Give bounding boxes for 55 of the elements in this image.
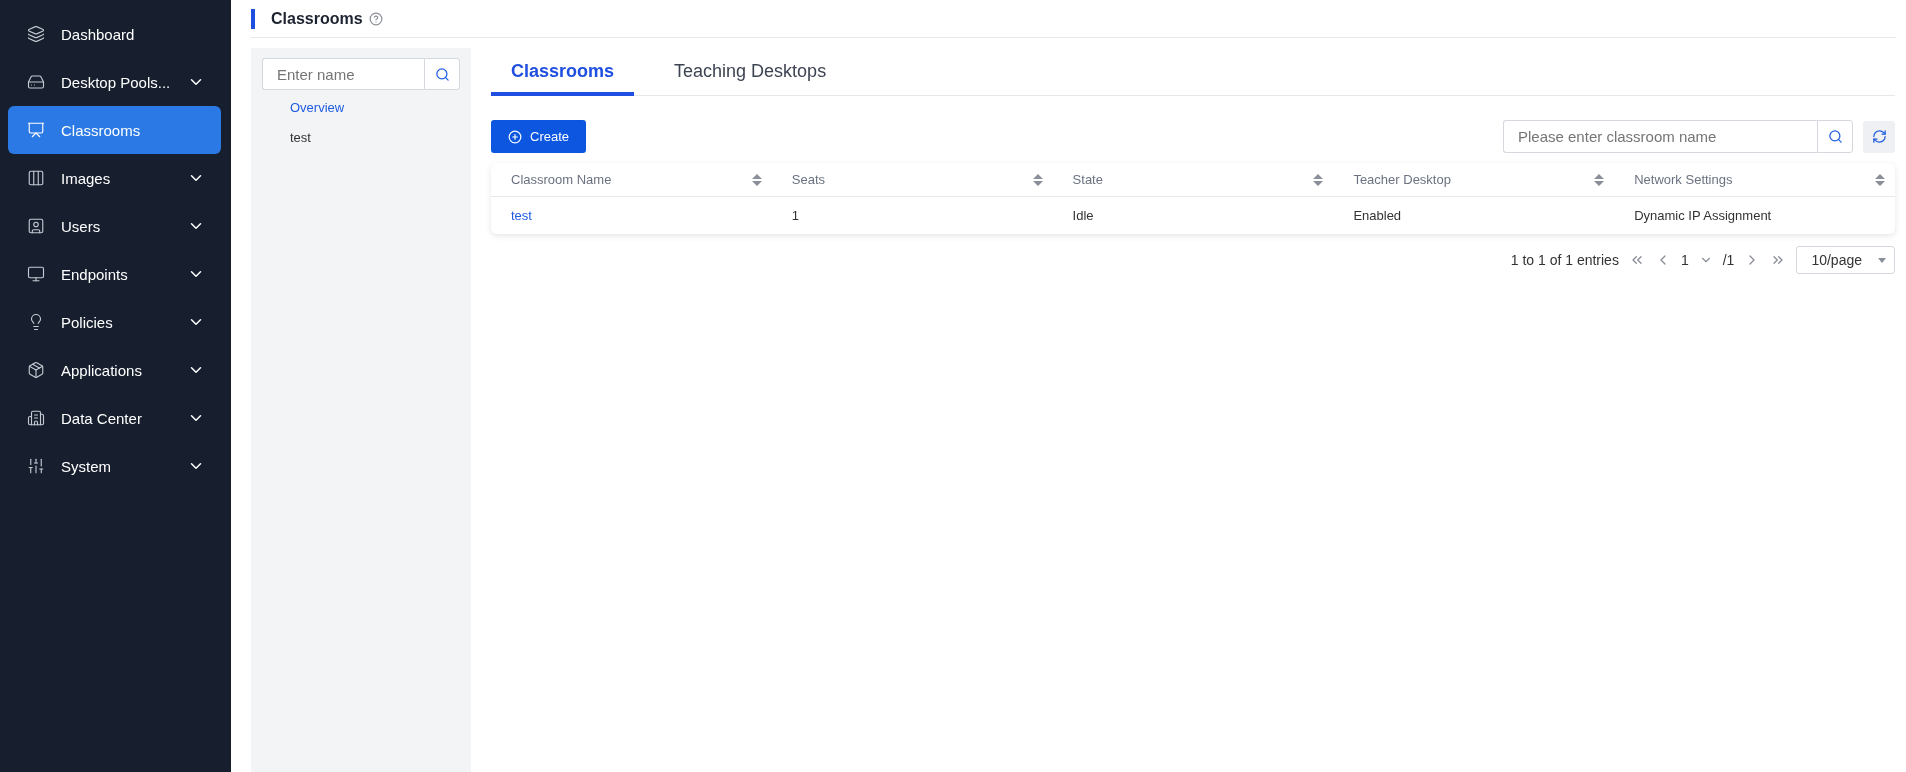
- package-icon: [27, 361, 45, 379]
- help-icon[interactable]: [368, 11, 383, 26]
- tab[interactable]: Classrooms: [491, 61, 635, 96]
- column-header[interactable]: Teacher Desktop: [1353, 172, 1451, 187]
- tree-item[interactable]: Overview: [262, 92, 460, 122]
- search-button[interactable]: [424, 58, 460, 90]
- classroom-link[interactable]: test: [491, 197, 772, 234]
- sidebar-item[interactable]: Classrooms: [8, 106, 221, 154]
- column-header[interactable]: Seats: [791, 172, 826, 187]
- sort-icon[interactable]: [751, 173, 762, 186]
- search-field[interactable]: Please enter classroom name: [1503, 120, 1817, 153]
- sliders-icon: [27, 457, 45, 475]
- sort-icon[interactable]: [1875, 173, 1885, 186]
- sidebar-item[interactable]: Data Center: [8, 394, 221, 442]
- create-button[interactable]: Create: [491, 120, 587, 153]
- sidebar-item[interactable]: Dashboard: [8, 10, 221, 58]
- caret-icon: [1878, 257, 1886, 263]
- page-number[interactable]: 1: [1680, 252, 1689, 268]
- search-button[interactable]: [1817, 120, 1853, 153]
- sort-icon[interactable]: [1594, 173, 1605, 186]
- entries-summary: 1 to 1 of 1 entries: [1510, 252, 1619, 268]
- sidebar-item[interactable]: Desktop Pools...: [8, 58, 221, 106]
- monitor-icon: [27, 265, 45, 283]
- tab[interactable]: Teaching Desktops: [654, 61, 847, 96]
- sidebar-item[interactable]: Users: [8, 202, 221, 250]
- column-header[interactable]: Network Settings: [1634, 172, 1733, 187]
- presentation-icon: [27, 121, 45, 139]
- column-header[interactable]: Classroom Name: [511, 172, 612, 187]
- columns-icon: [27, 169, 45, 187]
- table-cell-text: Enabled: [1352, 207, 1403, 225]
- tree-item[interactable]: test: [262, 122, 460, 152]
- search-field[interactable]: Enter name: [262, 58, 424, 90]
- search-icon: [1827, 129, 1843, 144]
- server-icon: [27, 73, 45, 91]
- refresh-icon: [1871, 129, 1887, 144]
- layers-icon: [27, 25, 45, 43]
- table-cell-text: 1: [790, 207, 801, 225]
- page-title: Classrooms: [271, 9, 363, 28]
- plus-circle-icon: [508, 129, 522, 144]
- sidebar-item[interactable]: Endpoints: [8, 250, 221, 298]
- sort-icon[interactable]: [1313, 173, 1324, 186]
- table-cell-text: Idle: [1071, 207, 1095, 225]
- building-icon: [27, 409, 45, 427]
- search-icon: [434, 66, 450, 82]
- sidebar-item[interactable]: Images: [8, 154, 221, 202]
- page-size-select[interactable]: 10/page: [1796, 246, 1895, 274]
- column-header[interactable]: State: [1072, 172, 1103, 187]
- table-cell-text: Dynamic IP Assignment: [1633, 207, 1773, 225]
- sidebar-item[interactable]: Policies: [8, 298, 221, 346]
- sidebar-item[interactable]: Applications: [8, 346, 221, 394]
- page-total: /1: [1722, 252, 1735, 268]
- user-icon: [27, 217, 45, 235]
- sort-icon[interactable]: [1032, 173, 1043, 186]
- refresh-button[interactable]: [1863, 120, 1895, 153]
- sidebar-item[interactable]: System: [8, 442, 221, 490]
